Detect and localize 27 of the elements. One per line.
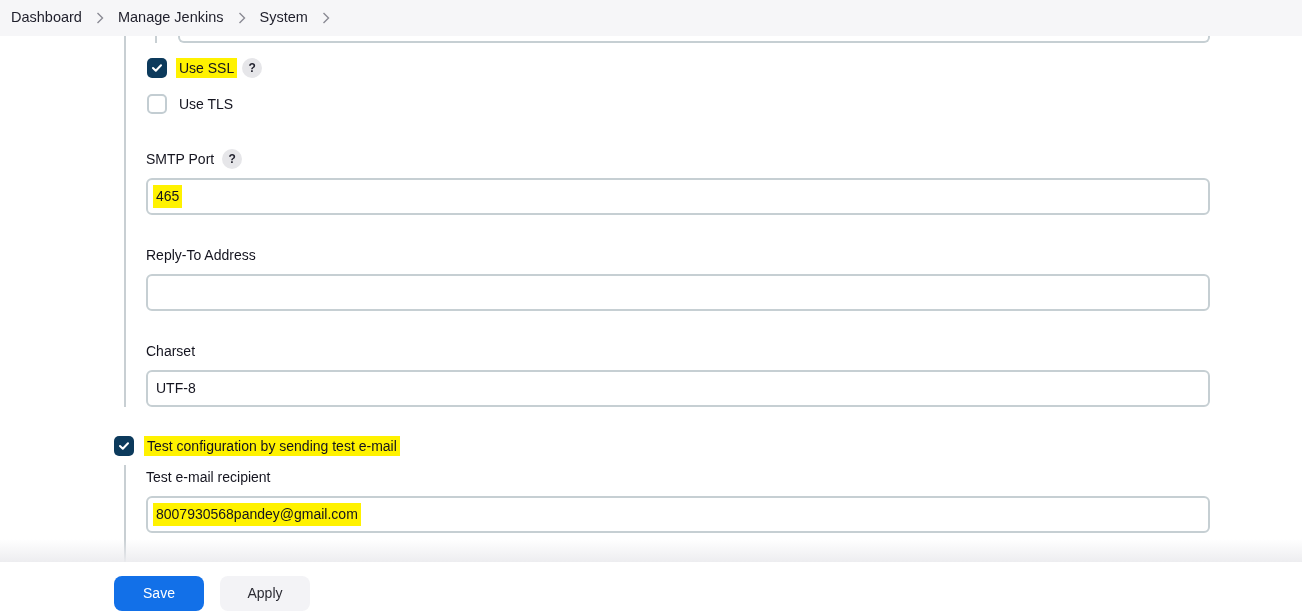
checkbox-label: Use TLS [179, 95, 234, 114]
checkbox-label: Test configuration by sending test e-mail [144, 436, 400, 456]
checkmark-icon [119, 442, 129, 450]
field-label: SMTP Port [146, 149, 215, 169]
input-field[interactable]: 8007930568pandey@gmail.com [146, 496, 1210, 533]
input-field[interactable]: 465 [146, 178, 1210, 215]
apply-button[interactable]: Apply [220, 576, 310, 611]
input-field[interactable]: UTF-8 [146, 370, 1210, 407]
chevron-icon [95, 12, 104, 24]
checkmark-icon [152, 64, 162, 72]
input-field[interactable] [178, 36, 1210, 43]
checkbox[interactable] [147, 58, 167, 78]
breadcrumb-link[interactable]: System [259, 7, 308, 29]
help-button[interactable]: ? [242, 58, 263, 78]
chevron-icon [321, 12, 330, 24]
field-label: Test e-mail recipient [146, 467, 271, 487]
breadcrumb-link[interactable]: Dashboard [11, 7, 82, 29]
checkbox[interactable] [147, 94, 167, 114]
field-label: Charset [146, 341, 196, 361]
help-button[interactable]: ? [222, 149, 243, 169]
checkbox[interactable] [114, 436, 134, 456]
checkbox-label: Use SSL [176, 58, 238, 78]
field-label: Reply-To Address [146, 245, 256, 265]
breadcrumb-link[interactable]: Manage Jenkins [117, 7, 224, 29]
input-field[interactable] [146, 274, 1210, 311]
save-button[interactable]: Save [114, 576, 204, 611]
chevron-icon [237, 12, 246, 24]
